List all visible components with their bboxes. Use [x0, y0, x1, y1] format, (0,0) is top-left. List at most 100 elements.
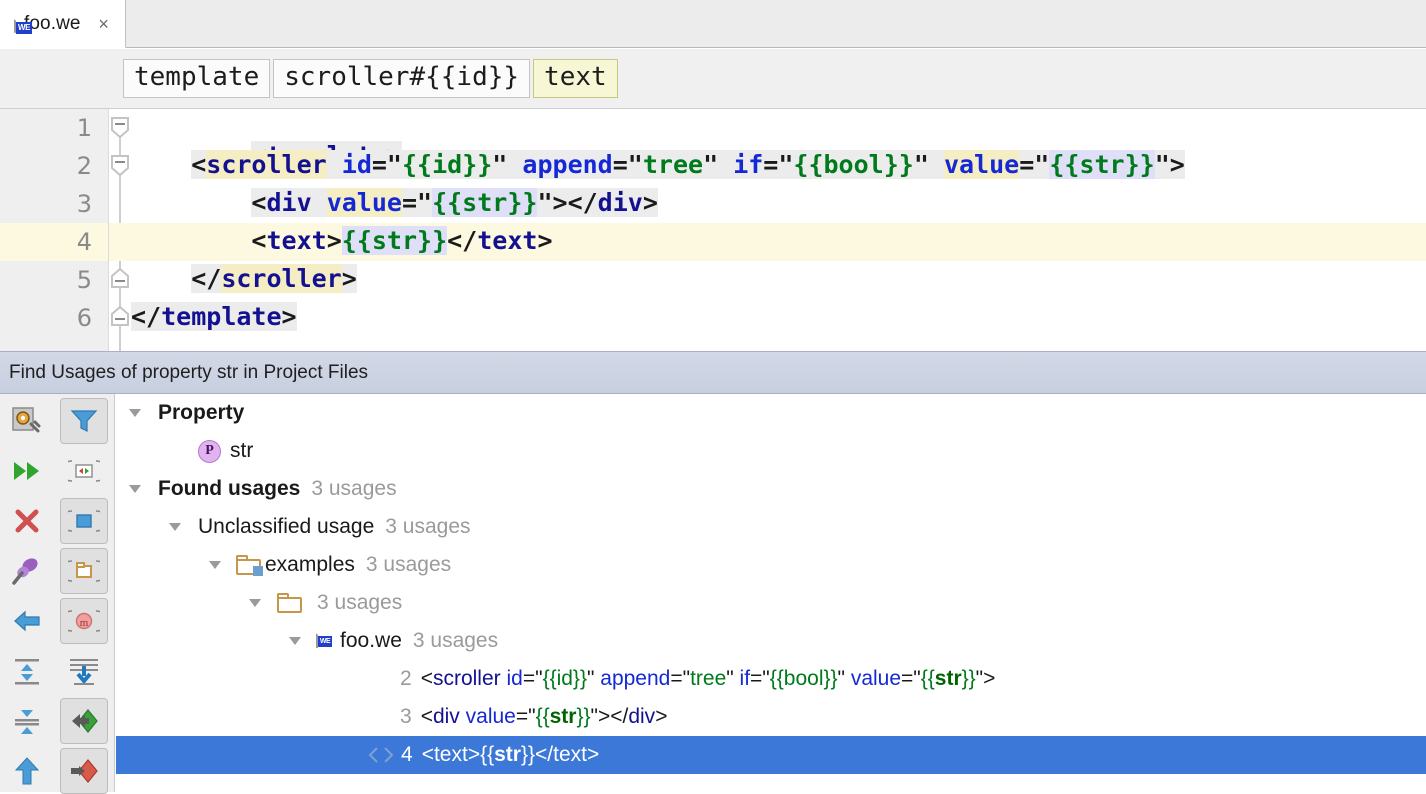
collapse-lines-icon[interactable] [60, 648, 108, 694]
group-by-module-icon[interactable] [60, 498, 108, 544]
code-line-2[interactable]: <scroller id="{{id}}" append="tree" if="… [109, 147, 1426, 185]
code-token: </ [191, 264, 222, 293]
tree-node-folder[interactable]: 3 usages [116, 584, 1426, 622]
code-token: > [537, 226, 553, 255]
filter-icon[interactable] [60, 398, 108, 444]
code-token: < [251, 188, 267, 217]
code-line-6[interactable]: </template> [109, 299, 1426, 337]
code-token: > [326, 226, 342, 255]
code-token: " [703, 150, 719, 179]
preview-usages-icon[interactable] [60, 448, 108, 494]
find-usages-toolbar: m [0, 394, 115, 794]
expand-all-icon[interactable] [3, 648, 51, 694]
code-editor[interactable]: 1 2 3 4 5 6 <templa [0, 108, 1426, 351]
rerun-icon[interactable] [3, 448, 51, 494]
chevron-down-icon[interactable] [284, 630, 306, 652]
code-token: =" [1019, 150, 1050, 179]
code-token-value-attr: value [943, 150, 1020, 179]
code-line-5[interactable]: </scroller> [109, 261, 1426, 299]
tree-node-count: 3 usages [317, 591, 403, 614]
tree-node-count: 3 usages [365, 553, 452, 576]
tree-node-examples[interactable]: examples 3 usages [116, 546, 1426, 584]
close-icon[interactable]: × [95, 15, 113, 33]
code-token: " [913, 150, 929, 179]
code-line-4-current[interactable]: <text>{{str}}</text> [109, 223, 1426, 261]
settings-icon[interactable] [3, 398, 51, 444]
code-token: if [733, 150, 764, 179]
usage-line-4[interactable]: 4 <text>{{str}}</text> [368, 736, 599, 774]
back-arrow-icon[interactable] [3, 598, 51, 644]
tree-node-label: foo.we [340, 629, 402, 652]
code-token: " [492, 150, 508, 179]
group-by-method-icon[interactable]: m [60, 598, 108, 644]
code-token-scroller: scroller [206, 150, 327, 179]
tree-node-label: Found usages [158, 477, 301, 500]
code-token: div [266, 188, 312, 217]
code-token: text [266, 226, 327, 255]
tab-foo-we[interactable]: WE foo.we × [0, 0, 126, 48]
code-token: > [642, 188, 658, 217]
usage-code: <div value="{{str}}"></div> [420, 705, 668, 728]
chevron-down-icon[interactable] [244, 592, 266, 614]
code-token-str-usage: {{str}} [341, 226, 448, 255]
usage-code: <scroller id="{{id}}" append="tree" if="… [420, 667, 996, 690]
usage-row-4-selected[interactable] [116, 736, 1426, 774]
tree-node-property[interactable]: Property [116, 394, 1426, 432]
code-token: {{bool}} [793, 150, 914, 179]
scroll-up-icon[interactable] [3, 748, 51, 794]
tree-node-foo-we[interactable]: WE foo.we 3 usages [116, 622, 1426, 660]
code-line-3[interactable]: <div value="{{str}}"></div> [109, 185, 1426, 223]
tab-label: foo.we [24, 12, 81, 34]
tree-node-unclassified-usage[interactable]: Unclassified usage 3 usages [116, 508, 1426, 546]
code-token: < [251, 226, 267, 255]
tree-node-count: 3 usages [311, 477, 397, 500]
breadcrumb-item-scroller[interactable]: scroller#{{id}} [273, 59, 531, 98]
code-text-area[interactable]: <template> <scroller id="{{id}}" append=… [109, 109, 1426, 351]
tree-node-str[interactable]: P str [116, 432, 1426, 470]
usage-code: <text>{{str}}</text> [421, 743, 600, 766]
tree-node-found-usages[interactable]: Found usages 3 usages [116, 470, 1426, 508]
group-by-directory-icon[interactable] [60, 548, 108, 594]
find-usages-title: Find Usages of property str in Project F… [9, 362, 369, 383]
usage-line-3[interactable]: 3 <div value="{{str}}"></div> [400, 698, 667, 736]
chevron-down-icon[interactable] [204, 554, 226, 576]
code-token: text [477, 226, 538, 255]
code-token: =" [371, 150, 402, 179]
svg-text:m: m [80, 617, 89, 629]
editor-gutter[interactable]: 1 2 3 4 5 6 [0, 109, 108, 351]
gutter-row: 2 [0, 147, 108, 185]
breadcrumb-item-text[interactable]: text [533, 59, 618, 98]
pin-icon[interactable] [3, 548, 51, 594]
code-token: </ [447, 226, 478, 255]
code-token: > [341, 264, 357, 293]
chevron-down-icon[interactable] [164, 516, 186, 538]
code-token: template [161, 302, 282, 331]
chevron-down-icon[interactable] [124, 478, 146, 500]
usage-line-2[interactable]: 2 <scroller id="{{id}}" append="tree" if… [400, 660, 995, 698]
close-icon[interactable] [3, 498, 51, 544]
breadcrumb: template scroller#{{id}} text [0, 49, 1426, 108]
tree-node-label: Unclassified usage [198, 515, 375, 538]
chevron-down-icon[interactable] [124, 402, 146, 424]
tree-node-label: examples [265, 553, 355, 576]
collapse-all-icon[interactable] [3, 698, 51, 744]
breadcrumb-item-template[interactable]: template [123, 59, 271, 98]
usages-tree[interactable]: Property P str Found usages 3 usages Unc… [116, 394, 1426, 792]
folder-icon [277, 593, 303, 613]
tree-node-count: 3 usages [412, 629, 499, 652]
gutter-row: 1 [0, 109, 108, 147]
gutter-row: 3 [0, 185, 108, 223]
code-token: " [1154, 150, 1170, 179]
previous-occurrence-icon[interactable] [60, 698, 108, 744]
code-token: append [522, 150, 613, 179]
code-line-1[interactable]: <template> [109, 109, 1426, 170]
we-file-icon: WE [316, 629, 335, 652]
line-number: 2 [76, 152, 92, 180]
next-occurrence-icon[interactable] [60, 748, 108, 794]
